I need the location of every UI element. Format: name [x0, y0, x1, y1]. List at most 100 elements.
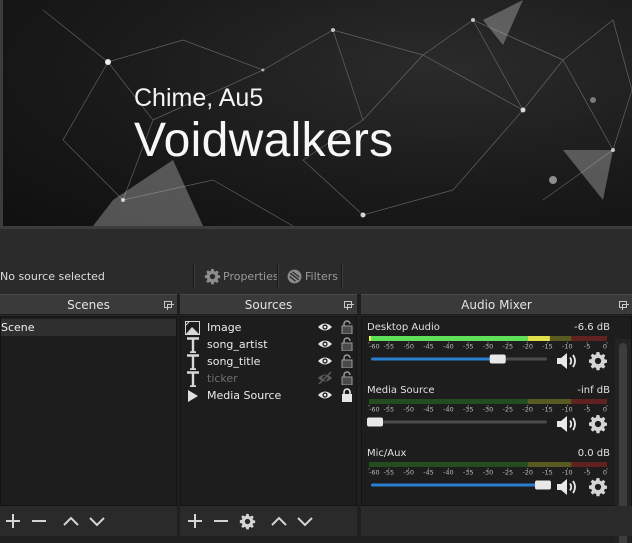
- meter-segment-red: [571, 336, 607, 341]
- move-scene-down-button[interactable]: [84, 510, 110, 532]
- move-source-down-button[interactable]: [292, 510, 318, 532]
- sources-list[interactable]: Image song_artist song_title ticker Medi…: [180, 316, 357, 506]
- toolbar-separator: [277, 264, 279, 288]
- audio-mixer-body: Desktop Audio -6.6 dB -60 -55 -50 -45 -40 -35…: [361, 316, 632, 543]
- meter-scale-label: -50: [403, 406, 414, 413]
- meter-scale-label: -10: [562, 406, 573, 413]
- minus-icon: [32, 520, 46, 522]
- minus-icon: [214, 520, 228, 522]
- text-icon: [184, 370, 201, 387]
- scene-item[interactable]: Scene: [1, 319, 176, 336]
- preview-canvas[interactable]: Chime, Au5 Voidwalkers: [3, 0, 632, 226]
- scenes-list[interactable]: Scene: [0, 316, 177, 506]
- source-item-label: Image: [207, 321, 242, 334]
- meter-scale-label: -5: [584, 406, 590, 413]
- unlocked-icon[interactable]: [341, 337, 353, 354]
- channel-db-readout: 0.0 dB: [577, 448, 610, 459]
- meter-scale-label: -10: [562, 343, 573, 350]
- meter-segment-yellow: [527, 462, 572, 467]
- unlocked-icon[interactable]: [341, 320, 353, 337]
- slider-track: [371, 420, 547, 424]
- toolbar-separator: [193, 264, 195, 288]
- undock-icon[interactable]: [344, 301, 354, 310]
- source-item-media-source[interactable]: Media Source: [181, 387, 356, 404]
- meter-scale-label: -45: [423, 469, 434, 476]
- gear-icon: [239, 513, 255, 529]
- plus-icon: [6, 514, 20, 528]
- meter-scale-label: -55: [384, 406, 395, 413]
- add-source-button[interactable]: [182, 510, 208, 532]
- volume-slider[interactable]: [367, 354, 551, 364]
- meter-segment-yellow: [527, 399, 572, 404]
- meter-segment-green: [369, 399, 528, 404]
- source-item-image[interactable]: Image: [181, 319, 356, 336]
- meter-scale-label: -5: [584, 469, 590, 476]
- remove-scene-button[interactable]: [26, 510, 52, 532]
- channel-name: Media Source: [367, 385, 435, 396]
- volume-meter: -60 -55 -50 -45 -40 -35 -30 -25 -20 -15 -10 -5 0: [368, 399, 608, 413]
- source-item-ticker[interactable]: ticker: [181, 370, 356, 387]
- meter-scale-label: -20: [522, 343, 533, 350]
- unlocked-icon[interactable]: [341, 354, 353, 371]
- meter-segment-green: [369, 462, 528, 467]
- properties-button[interactable]: Properties: [202, 266, 281, 287]
- locked-icon[interactable]: [341, 388, 353, 405]
- meter-scale-label: -20: [522, 469, 533, 476]
- meter-scale-label: -15: [542, 343, 553, 350]
- sources-header: Sources: [180, 294, 357, 315]
- meter-scale-label: -30: [483, 406, 494, 413]
- undock-icon[interactable]: [619, 301, 629, 310]
- visibility-eye-icon[interactable]: [317, 320, 333, 337]
- undock-icon[interactable]: [164, 301, 174, 310]
- gear-icon[interactable]: [588, 477, 608, 497]
- source-item-label: ticker: [207, 372, 238, 385]
- source-item-label: Media Source: [207, 389, 282, 402]
- visibility-eye-icon[interactable]: [317, 337, 333, 354]
- gear-icon[interactable]: [588, 414, 608, 434]
- text-icon: [184, 353, 201, 370]
- sources-dock: Sources Image song_artist song_title tic…: [180, 294, 357, 536]
- speaker-icon[interactable]: [556, 351, 580, 371]
- source-item-song-title[interactable]: song_title: [181, 353, 356, 370]
- meter-scale-label: -20: [522, 406, 533, 413]
- hidden-eye-icon[interactable]: [317, 371, 333, 388]
- filters-button[interactable]: Filters: [284, 266, 340, 287]
- filter-icon: [287, 269, 302, 284]
- slider-fill: [371, 357, 498, 361]
- channel-db-readout: -inf dB: [577, 385, 610, 396]
- move-source-up-button[interactable]: [266, 510, 292, 532]
- scenes-dock: Scenes Scene: [0, 294, 177, 536]
- source-properties-button[interactable]: [234, 510, 260, 532]
- sources-title: Sources: [244, 297, 293, 312]
- volume-slider[interactable]: [367, 480, 551, 490]
- scenes-footer: [0, 506, 177, 536]
- visibility-eye-icon[interactable]: [317, 354, 333, 371]
- meter-scale-label: -55: [384, 343, 395, 350]
- channel-db-readout: -6.6 dB: [574, 322, 610, 333]
- speaker-icon[interactable]: [556, 477, 580, 497]
- meter-scale-label: -15: [542, 406, 553, 413]
- unlocked-icon[interactable]: [341, 371, 353, 388]
- scenes-header: Scenes: [0, 294, 177, 315]
- meter-segment-red: [571, 462, 607, 467]
- plus-icon: [188, 514, 202, 528]
- visibility-eye-icon[interactable]: [317, 388, 333, 405]
- move-scene-up-button[interactable]: [58, 510, 84, 532]
- audio-mixer-dock: Audio Mixer Desktop Audio -6.6 dB -60 -55…: [361, 294, 632, 543]
- meter-scale-label: 0: [603, 406, 607, 413]
- meter-scale-label: -25: [503, 406, 514, 413]
- channel-media-source: Media Source -inf dB -60 -55 -50 -45 -40 -35-…: [366, 380, 610, 442]
- meter-scale-label: -40: [443, 469, 454, 476]
- source-item-song-artist[interactable]: song_artist: [181, 336, 356, 353]
- speaker-icon[interactable]: [556, 414, 580, 434]
- gear-icon[interactable]: [588, 351, 608, 371]
- meter-scale-label: -25: [503, 343, 514, 350]
- add-scene-button[interactable]: [0, 510, 26, 532]
- slider-handle: [489, 354, 506, 364]
- preview-area[interactable]: Chime, Au5 Voidwalkers: [0, 0, 632, 229]
- remove-source-button[interactable]: [208, 510, 234, 532]
- channel-desktop-audio: Desktop Audio -6.6 dB -60 -55 -50 -45 -40 -35…: [366, 317, 610, 379]
- meter-scale-label: -40: [443, 406, 454, 413]
- chevron-up-icon: [63, 516, 79, 526]
- volume-slider[interactable]: [367, 417, 551, 427]
